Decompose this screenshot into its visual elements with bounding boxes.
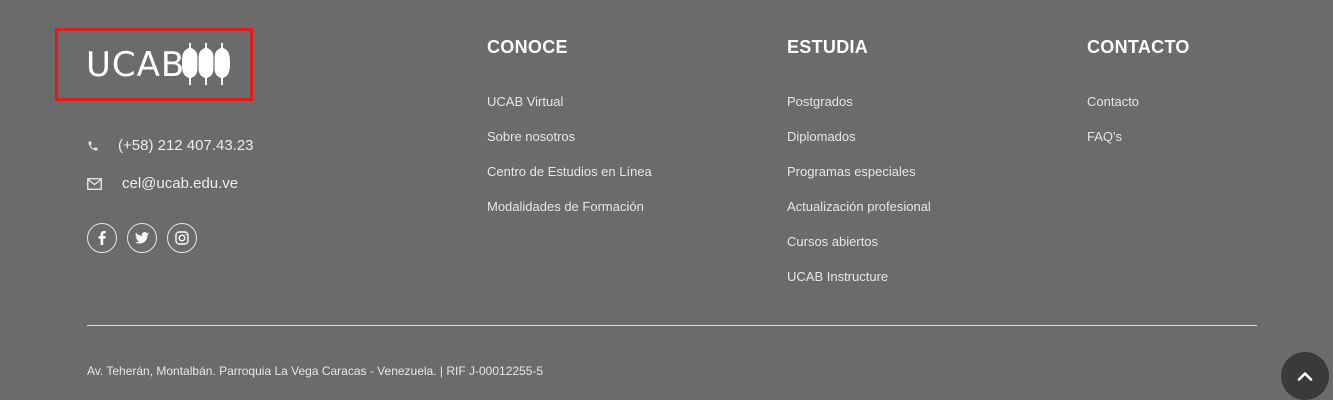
link-diplomados[interactable]: Diplomados (787, 129, 856, 144)
column-contacto: CONTACTO Contacto FAQ's (1087, 37, 1190, 144)
site-footer: UCAB (+58) 212 407.43.23 cel@ucab.edu.ve (0, 0, 1333, 400)
link-ucab-instructure[interactable]: UCAB Instructure (787, 269, 888, 284)
links-contacto: Contacto FAQ's (1087, 93, 1139, 163)
link-actualizacion-profesional[interactable]: Actualización profesional (787, 199, 931, 214)
link-modalidades-de-formacion[interactable]: Modalidades de Formación (487, 199, 644, 214)
link-faqs[interactable]: FAQ's (1087, 129, 1122, 144)
link-cursos-abiertos[interactable]: Cursos abiertos (787, 234, 878, 249)
link-ucab-virtual[interactable]: UCAB Virtual (487, 94, 563, 109)
footer-address: Av. Teherán, Montalbán. Parroquia La Veg… (87, 364, 544, 378)
social-links (87, 223, 197, 253)
logo-highlight-box[interactable]: UCAB (55, 28, 253, 101)
link-postgrados[interactable]: Postgrados (787, 94, 853, 109)
phone-icon (87, 140, 111, 152)
link-sobre-nosotros[interactable]: Sobre nosotros (487, 129, 575, 144)
column-estudia: ESTUDIA Postgrados Diplomados Programas … (787, 37, 931, 284)
column-title-contacto: CONTACTO (1087, 37, 1190, 57)
links-conoce: UCAB Virtual Sobre nosotros Centro de Es… (487, 93, 652, 233)
facebook-icon (98, 231, 106, 245)
column-conoce: CONOCE UCAB Virtual Sobre nosotros Centr… (487, 37, 652, 214)
logo-text: UCAB (86, 45, 186, 85)
phone-contact: (+58) 212 407.43.23 (87, 137, 254, 154)
links-estudia: Postgrados Diplomados Programas especial… (787, 93, 931, 303)
column-title-conoce: CONOCE (487, 37, 568, 57)
email-address[interactable]: cel@ucab.edu.ve (122, 175, 238, 192)
envelope-icon (87, 177, 111, 190)
column-title-estudia: ESTUDIA (787, 37, 869, 57)
email-contact: cel@ucab.edu.ve (87, 175, 238, 192)
instagram-button[interactable] (167, 223, 197, 253)
phone-number: (+58) 212 407.43.23 (118, 137, 254, 154)
ucab-logo-mark-icon (182, 43, 230, 85)
link-contacto[interactable]: Contacto (1087, 94, 1139, 109)
facebook-button[interactable] (87, 223, 117, 253)
twitter-button[interactable] (127, 223, 157, 253)
twitter-icon (135, 232, 149, 244)
link-programas-especiales[interactable]: Programas especiales (787, 164, 916, 179)
footer-divider (87, 325, 1257, 326)
back-to-top-button[interactable] (1281, 352, 1329, 400)
chevron-up-icon (1297, 372, 1313, 381)
link-centro-estudios-en-linea[interactable]: Centro de Estudios en Línea (487, 164, 652, 179)
instagram-icon (175, 231, 189, 245)
